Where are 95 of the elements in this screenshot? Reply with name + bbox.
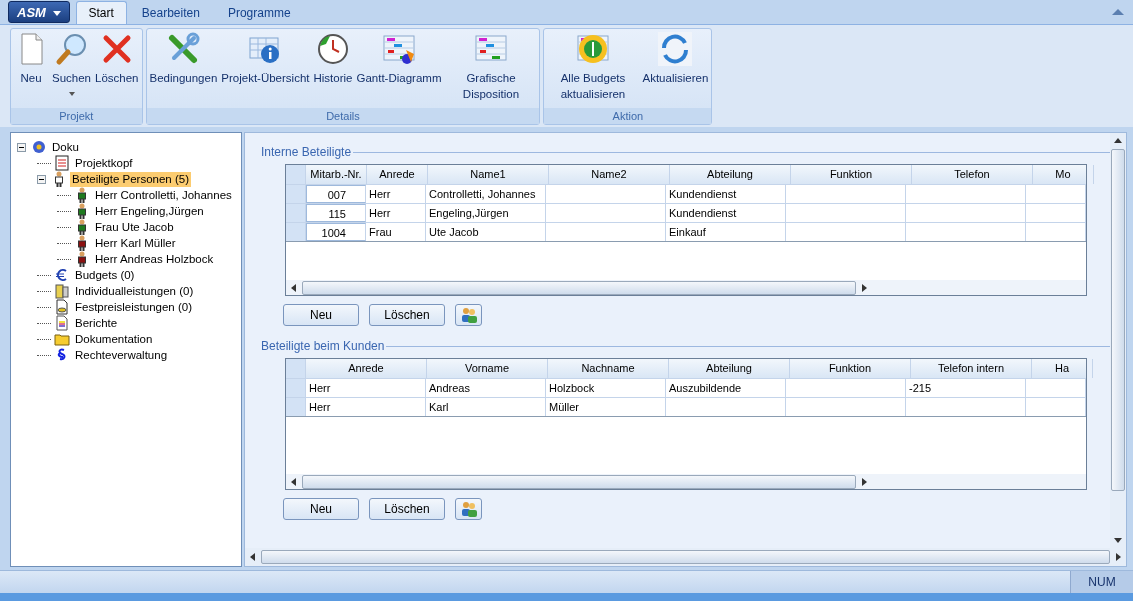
column-header[interactable]: Abteilung xyxy=(669,359,790,378)
tree-item[interactable]: Rechteverwaltung xyxy=(73,347,170,363)
ribbon-button[interactable]: Suchen xyxy=(50,31,93,96)
table-cell: Frau xyxy=(366,223,426,241)
coin-icon xyxy=(576,32,610,66)
table-cell: Controlletti, Johannes xyxy=(426,185,546,203)
group-caption: Aktion xyxy=(544,108,712,124)
collapse-toggle-icon[interactable] xyxy=(37,174,46,184)
table-cell: Karl xyxy=(426,398,546,416)
grid-button[interactable]: Löschen xyxy=(369,304,445,326)
collapse-toggle-icon[interactable] xyxy=(17,142,26,152)
section-title: Interne Beteiligte xyxy=(260,145,353,159)
column-header[interactable]: Nachname xyxy=(548,359,669,378)
column-header[interactable]: Anrede xyxy=(306,359,427,378)
table-cell: Kundendienst xyxy=(666,204,786,222)
table-cell: Auszubildende xyxy=(666,379,786,397)
column-header[interactable]: Anrede xyxy=(367,165,428,184)
column-header[interactable]: Telefon intern xyxy=(911,359,1032,378)
column-header[interactable]: Funktion xyxy=(791,165,912,184)
grid-button[interactable]: Neu xyxy=(283,498,359,520)
ribbon-tab[interactable]: Bearbeiten xyxy=(128,1,213,24)
ribbon-tab[interactable]: Programme xyxy=(214,1,304,24)
ribbon-tab[interactable]: Start xyxy=(75,1,127,24)
section-title: Beteiligte beim Kunden xyxy=(260,339,386,353)
tree-item[interactable]: Herr Karl Müller xyxy=(93,235,178,251)
column-header[interactable]: Mo xyxy=(1033,165,1094,184)
table-cell: 007 xyxy=(306,185,366,203)
ribbon-button[interactable]: Löschen xyxy=(93,31,141,86)
column-header[interactable]: Funktion xyxy=(790,359,911,378)
ribbon-button[interactable]: Neu xyxy=(12,31,50,86)
tree-item[interactable]: Beteiligte Personen (5) xyxy=(70,171,191,187)
caret-icon xyxy=(52,10,61,16)
document-icon xyxy=(54,155,70,171)
horizontal-scrollbar[interactable] xyxy=(245,548,1126,566)
tree-item[interactable]: Berichte xyxy=(73,315,120,331)
people-button[interactable] xyxy=(455,304,482,326)
table-cell: Herr xyxy=(306,398,426,416)
table-cell: -215 xyxy=(906,379,1026,397)
column-header[interactable]: Ha xyxy=(1032,359,1093,378)
ribbon-button[interactable]: Grafische Disposition xyxy=(443,31,539,102)
table-cell: Herr xyxy=(306,379,426,397)
grid-button[interactable]: Löschen xyxy=(369,498,445,520)
column-header[interactable]: Telefon xyxy=(912,165,1033,184)
tree-item[interactable]: Herr Andreas Holzbock xyxy=(93,251,216,267)
status-indicator: NUM xyxy=(1070,571,1133,593)
group-caption: Details xyxy=(146,108,540,124)
tree-item[interactable]: Herr Controlletti, Johannes xyxy=(93,187,234,203)
table-cell: Einkauf xyxy=(666,223,786,241)
document-icon xyxy=(54,283,70,299)
table-cell: Herr xyxy=(366,204,426,222)
flower-icon xyxy=(31,139,47,155)
table-cell: Herr xyxy=(366,185,426,203)
ribbon-button[interactable]: Historie xyxy=(311,31,355,86)
table-cell: Ute Jacob xyxy=(426,223,546,241)
horizontal-scrollbar[interactable] xyxy=(286,280,1086,295)
column-header[interactable]: Vorname xyxy=(427,359,548,378)
table-cell: Engeling,Jürgen xyxy=(426,204,546,222)
horizontal-scrollbar[interactable] xyxy=(286,474,1086,489)
table-cell: Müller xyxy=(546,398,666,416)
tree-item[interactable]: Festpreisleistungen (0) xyxy=(73,299,194,315)
collapse-ribbon-icon[interactable] xyxy=(1111,7,1125,17)
search-icon xyxy=(54,32,89,66)
tree-item[interactable]: Dokumentation xyxy=(73,331,155,347)
document-icon xyxy=(54,299,70,315)
column-header[interactable]: Name2 xyxy=(549,165,670,184)
table-cell: 115 xyxy=(306,204,366,222)
vertical-scrollbar[interactable] xyxy=(1110,133,1126,548)
document-icon xyxy=(54,315,70,331)
tree-item[interactable]: Herr Engeling,Jürgen xyxy=(93,203,206,219)
ribbon-button[interactable]: Aktualisieren xyxy=(640,31,711,86)
tree-item[interactable]: Frau Ute Jacob xyxy=(93,219,176,235)
table-cell: Kundendienst xyxy=(666,185,786,203)
tree-item[interactable]: Individualleistungen (0) xyxy=(73,283,196,299)
tree-item[interactable]: Doku xyxy=(50,139,81,155)
clock-icon xyxy=(316,32,350,66)
column-header[interactable]: Mitarb.-Nr. xyxy=(306,165,367,184)
refresh-icon xyxy=(658,32,693,66)
group-caption: Projekt xyxy=(11,108,142,124)
ribbon-button[interactable]: Bedingungen xyxy=(147,31,220,86)
table-cell: Holzbock xyxy=(546,379,666,397)
app-menu-button[interactable]: ASM xyxy=(8,1,70,23)
column-header[interactable]: Abteilung xyxy=(670,165,791,184)
tree-item[interactable]: Budgets (0) xyxy=(73,267,137,283)
ribbon-button[interactable]: Alle Budgets aktualisieren xyxy=(545,31,641,102)
grid-button[interactable]: Neu xyxy=(283,304,359,326)
people-button[interactable] xyxy=(455,498,482,520)
gantt-chart-icon xyxy=(382,32,416,66)
tools-icon xyxy=(166,32,201,66)
ribbon-button[interactable]: Gantt-Diagramm xyxy=(354,31,444,86)
folder-icon xyxy=(54,331,70,347)
tree-item[interactable]: Projektkopf xyxy=(73,155,135,171)
column-header[interactable]: Name1 xyxy=(428,165,549,184)
ribbon-button[interactable]: Projekt-Übersicht xyxy=(219,31,312,86)
table-cell: Andreas xyxy=(426,379,546,397)
table-cell: 1004 xyxy=(306,223,366,241)
